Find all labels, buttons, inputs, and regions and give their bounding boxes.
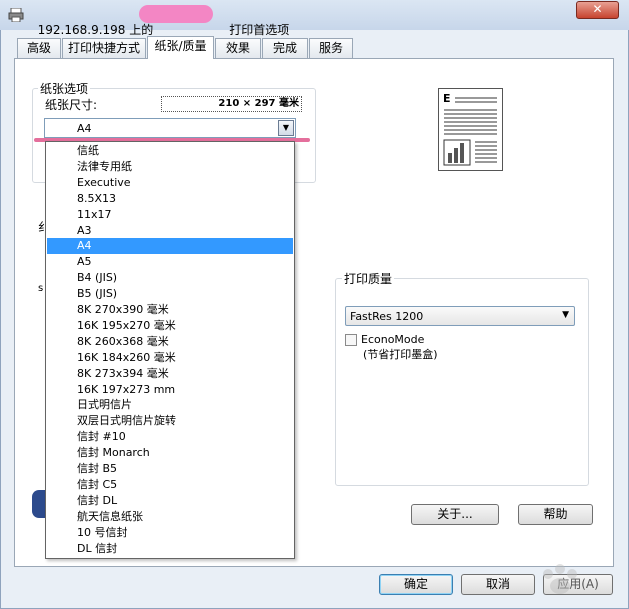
chevron-down-icon[interactable]: ▼ <box>278 120 294 136</box>
tab-effects[interactable]: 效果 <box>215 38 261 58</box>
dropdown-option[interactable]: 双层日式明信片旋转 <box>47 413 293 429</box>
redaction-mark <box>139 5 213 23</box>
dropdown-option[interactable]: A3 <box>47 223 293 239</box>
about-button[interactable]: 关于... <box>411 504 499 525</box>
print-quality-label: 打印质量 <box>342 270 395 287</box>
paper-size-label: 纸张尺寸: <box>45 98 98 112</box>
dropdown-option[interactable]: 16K 184x260 毫米 <box>47 350 293 366</box>
dropdown-option[interactable]: 信封 DL <box>47 493 293 509</box>
dropdown-option[interactable]: 16K 195x270 毫米 <box>47 318 293 334</box>
dropdown-option[interactable]: 日式明信片 <box>47 397 293 413</box>
dropdown-option[interactable]: A5 <box>47 254 293 270</box>
brand-logo <box>32 490 46 518</box>
partial-label: s <box>38 283 44 294</box>
dropdown-option[interactable]: 信封 #10 <box>47 429 293 445</box>
watermark-logo <box>470 560 620 605</box>
paper-size-combobox[interactable]: A4 ▼ <box>44 118 296 138</box>
printer-icon <box>8 7 24 23</box>
dropdown-option[interactable]: 11x17 <box>47 207 293 223</box>
close-button[interactable]: ✕ <box>576 1 619 19</box>
dropdown-option[interactable]: 法律专用纸 <box>47 159 293 175</box>
dropdown-option[interactable]: A4 <box>47 238 293 255</box>
tab-print-shortcuts[interactable]: 打印快捷方式 <box>62 38 146 58</box>
dropdown-option[interactable]: 信纸 <box>47 143 293 159</box>
dropdown-option[interactable]: 8K 270x390 毫米 <box>47 302 293 318</box>
dropdown-option[interactable]: 信封 B5 <box>47 461 293 477</box>
print-quality-selected: FastRes 1200 <box>350 310 424 323</box>
dropdown-option[interactable]: DL 信封 <box>47 541 293 557</box>
paper-size-selected: A4 <box>77 122 92 135</box>
econo-mode-label: EconoMode <box>361 333 425 346</box>
paper-preview: E <box>438 88 503 171</box>
dropdown-option[interactable]: 10 号信封 <box>47 525 293 541</box>
window-title-prefix: 192.168.9.198 上的 <box>37 23 154 37</box>
ok-button[interactable]: 确定 <box>379 574 453 595</box>
dropdown-option[interactable]: 16K 197x273 mm <box>47 382 293 398</box>
dropdown-option[interactable]: Executive <box>47 175 293 191</box>
tab-paper-quality[interactable]: 纸张/质量 <box>147 36 214 59</box>
dropdown-option[interactable]: B4 (JIS) <box>47 270 293 286</box>
dropdown-option[interactable]: 航天信息纸张 <box>47 509 293 525</box>
paper-size-dimensions: 210 × 297 毫米 <box>161 96 302 112</box>
dropdown-option[interactable]: B5 (JIS) <box>47 286 293 302</box>
tab-advanced[interactable]: 高级 <box>17 38 61 58</box>
tab-services[interactable]: 服务 <box>309 38 353 58</box>
print-quality-select[interactable]: FastRes 1200 ▼ <box>345 306 575 326</box>
dropdown-option[interactable]: 8K 260x368 毫米 <box>47 334 293 350</box>
tab-finishing[interactable]: 完成 <box>262 38 308 58</box>
econo-mode-sublabel: (节省打印墨盒) <box>363 348 438 361</box>
chevron-down-icon: ▼ <box>562 310 569 320</box>
help-button[interactable]: 帮助 <box>518 504 593 525</box>
paper-size-dropdown-list[interactable]: 信纸 法律专用纸 Executive 8.5X13 11x17 A3 A4 A5 B4 (JIS… <box>45 141 295 559</box>
dropdown-option[interactable]: 信封 Monarch <box>47 445 293 461</box>
paper-options-label: 纸张选项 <box>38 80 91 97</box>
dropdown-option[interactable]: 8.5X13 <box>47 191 293 207</box>
dropdown-option[interactable]: 8K 273x394 毫米 <box>47 366 293 382</box>
dropdown-option[interactable]: 信封 C5 <box>47 477 293 493</box>
econo-mode-checkbox[interactable] <box>345 334 357 346</box>
window-title-suffix: 打印首选项 <box>229 23 290 37</box>
document-icon <box>443 97 497 166</box>
